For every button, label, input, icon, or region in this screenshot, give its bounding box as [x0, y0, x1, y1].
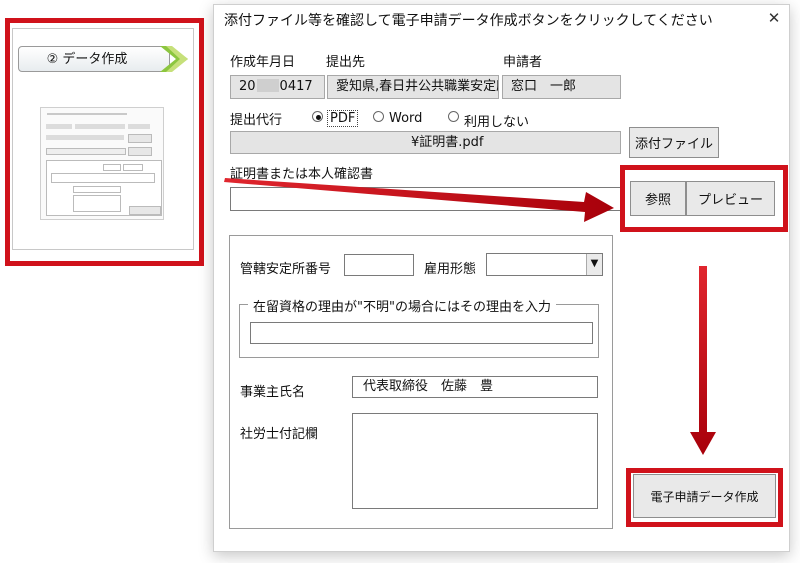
arrow-overlay — [224, 178, 716, 455]
red-arrow-icon-down — [690, 266, 716, 455]
red-arrow-icon — [224, 178, 614, 222]
